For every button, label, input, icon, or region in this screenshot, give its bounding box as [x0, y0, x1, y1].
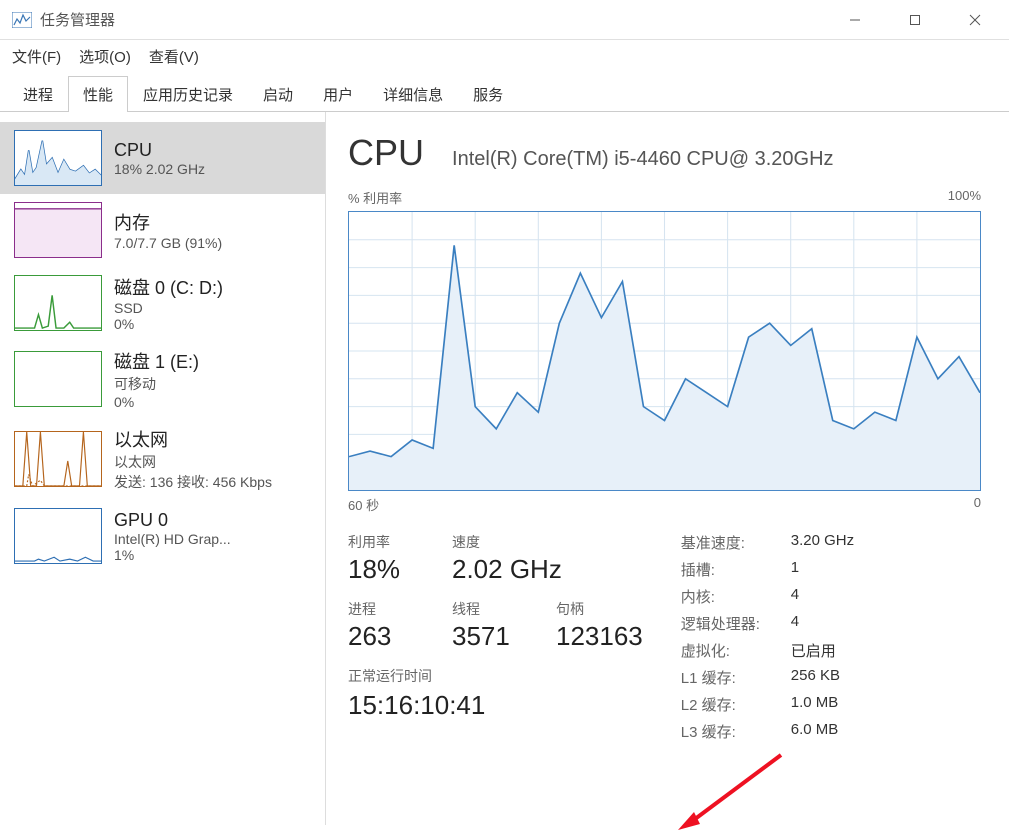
sidebar-ethernet-sub2: 发送: 136 接收: 456 Kbps: [114, 472, 272, 492]
sidebar-item-ethernet[interactable]: 以太网 以太网 发送: 136 接收: 456 Kbps: [0, 418, 325, 500]
sidebar-gpu-sub: Intel(R) HD Grap...: [114, 531, 231, 547]
tab-processes[interactable]: 进程: [8, 76, 68, 112]
menubar: 文件(F) 选项(O) 查看(V): [0, 40, 1009, 75]
sidebar-item-gpu[interactable]: GPU 0 Intel(R) HD Grap... 1%: [0, 500, 325, 572]
tab-startup[interactable]: 启动: [248, 76, 308, 112]
sidebar-ethernet-sub: 以太网: [114, 452, 272, 472]
gpu-thumb-icon: [14, 508, 102, 564]
uptime-value: 15:16:10:41: [348, 690, 643, 721]
processes-label: 进程: [348, 599, 418, 619]
titlebar: 任务管理器: [0, 0, 1009, 40]
app-icon: [12, 12, 32, 28]
speed-label: 速度: [452, 532, 562, 552]
window-title: 任务管理器: [40, 9, 115, 30]
l3-value: 6.0 MB: [791, 721, 839, 742]
virtualization-value: 已启用: [791, 640, 836, 661]
virtualization-label: 虚拟化:: [681, 640, 791, 661]
sidebar-disk0-sub2: 0%: [114, 316, 223, 332]
minimize-button[interactable]: [825, 1, 885, 39]
l2-label: L2 缓存:: [681, 694, 791, 715]
tab-history[interactable]: 应用历史记录: [128, 76, 248, 112]
uptime-label: 正常运行时间: [348, 666, 643, 686]
maximize-button[interactable]: [885, 1, 945, 39]
tab-details[interactable]: 详细信息: [368, 76, 458, 112]
page-title: CPU: [348, 132, 424, 174]
chart-ymax: 100%: [948, 188, 981, 207]
chart-xmin: 0: [974, 495, 981, 514]
sidebar-gpu-title: GPU 0: [114, 510, 231, 531]
disk1-thumb-icon: [14, 351, 102, 407]
sidebar-cpu-title: CPU: [114, 140, 205, 161]
sidebar-disk1-title: 磁盘 1 (E:): [114, 348, 199, 374]
menu-view[interactable]: 查看(V): [149, 46, 199, 67]
disk0-thumb-icon: [14, 275, 102, 331]
l1-label: L1 缓存:: [681, 667, 791, 688]
threads-value: 3571: [452, 621, 522, 652]
l1-value: 256 KB: [791, 667, 840, 688]
sidebar: CPU 18% 2.02 GHz 内存 7.0/7.7 GB (91%) 磁盘 …: [0, 112, 326, 825]
sidebar-gpu-sub2: 1%: [114, 547, 231, 563]
ethernet-thumb-icon: [14, 431, 102, 487]
menu-file[interactable]: 文件(F): [12, 46, 61, 67]
tab-services[interactable]: 服务: [458, 76, 518, 112]
l3-label: L3 缓存:: [681, 721, 791, 742]
handles-value: 123163: [556, 621, 643, 652]
chart-xmax: 60 秒: [348, 495, 379, 514]
sockets-label: 插槽:: [681, 559, 791, 580]
sidebar-disk1-sub2: 0%: [114, 394, 199, 410]
processes-value: 263: [348, 621, 418, 652]
l2-value: 1.0 MB: [791, 694, 839, 715]
tab-performance[interactable]: 性能: [68, 76, 128, 112]
sidebar-ethernet-title: 以太网: [114, 426, 272, 452]
handles-label: 句柄: [556, 599, 643, 619]
sidebar-item-disk1[interactable]: 磁盘 1 (E:) 可移动 0%: [0, 340, 325, 418]
chart-ylabel: % 利用率: [348, 188, 402, 207]
sidebar-cpu-sub: 18% 2.02 GHz: [114, 161, 205, 177]
sidebar-disk0-sub: SSD: [114, 300, 223, 316]
cores-value: 4: [791, 586, 799, 607]
logical-value: 4: [791, 613, 799, 634]
close-button[interactable]: [945, 1, 1005, 39]
logical-label: 逻辑处理器:: [681, 613, 791, 634]
utilization-value: 18%: [348, 554, 418, 585]
menu-options[interactable]: 选项(O): [79, 46, 131, 67]
annotation-arrow-icon: [676, 750, 786, 830]
memory-thumb-icon: [14, 202, 102, 258]
cpu-utilization-chart: [348, 211, 981, 491]
main-panel: CPU Intel(R) Core(TM) i5-4460 CPU@ 3.20G…: [326, 112, 1009, 825]
cpu-thumb-icon: [14, 130, 102, 186]
speed-value: 2.02 GHz: [452, 554, 562, 585]
sidebar-item-memory[interactable]: 内存 7.0/7.7 GB (91%): [0, 194, 325, 266]
sidebar-memory-sub: 7.0/7.7 GB (91%): [114, 235, 222, 251]
sidebar-item-disk0[interactable]: 磁盘 0 (C: D:) SSD 0%: [0, 266, 325, 340]
utilization-label: 利用率: [348, 532, 418, 552]
sidebar-disk0-title: 磁盘 0 (C: D:): [114, 274, 223, 300]
sidebar-item-cpu[interactable]: CPU 18% 2.02 GHz: [0, 122, 325, 194]
base-speed-label: 基准速度:: [681, 532, 791, 553]
sidebar-memory-title: 内存: [114, 209, 222, 235]
base-speed-value: 3.20 GHz: [791, 532, 854, 553]
tab-users[interactable]: 用户: [308, 76, 368, 112]
threads-label: 线程: [452, 599, 522, 619]
sidebar-disk1-sub: 可移动: [114, 374, 199, 394]
cpu-model: Intel(R) Core(TM) i5-4460 CPU@ 3.20GHz: [452, 148, 834, 171]
cores-label: 内核:: [681, 586, 791, 607]
sockets-value: 1: [791, 559, 799, 580]
tab-bar: 进程 性能 应用历史记录 启动 用户 详细信息 服务: [0, 75, 1009, 112]
